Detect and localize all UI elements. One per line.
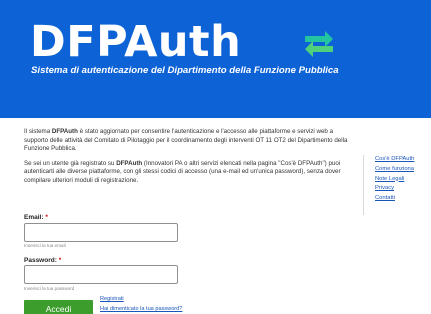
intro-p2-text: Se sei un utente già registrato su: [24, 159, 117, 167]
email-label: Email: *: [24, 214, 48, 221]
register-link[interactable]: Registrati: [100, 296, 124, 302]
password-field[interactable]: [24, 265, 178, 284]
sidebar-link-privacy[interactable]: Privacy: [375, 184, 431, 194]
main-content: Il sistema DFPAuth è stato aggiornato pe…: [24, 128, 354, 192]
email-hint: Inserisci la tua email: [24, 243, 66, 248]
intro-p2-brand: DFPAuth: [116, 159, 143, 167]
app-title: DFPAuth: [30, 17, 242, 67]
swap-arrows-icon: [305, 31, 333, 57]
forgot-password-link[interactable]: Hai dimenticato la tua password?: [100, 306, 182, 312]
email-label-text: Email:: [24, 214, 44, 221]
email-required-mark: *: [45, 214, 48, 221]
sidebar-link-legal-notes[interactable]: Note Legali: [375, 175, 431, 185]
intro-paragraph-2: Se sei un utente già registrato su DFPAu…: [24, 160, 354, 186]
password-label: Password: *: [24, 257, 61, 264]
header-banner: DFPAuth Sistema di autenticazione del Di…: [0, 0, 431, 118]
intro-paragraph-1: Il sistema DFPAuth è stato aggiornato pe…: [24, 128, 354, 154]
app-subtitle: Sistema di autenticazione del Dipartimen…: [31, 65, 339, 76]
sidebar-link-about[interactable]: Cos'è DFPAuth: [375, 155, 431, 165]
login-button[interactable]: Accedi: [24, 300, 93, 314]
sidebar-nav: Cos'è DFPAuth Come funziona Note Legali …: [363, 155, 431, 215]
password-hint: Inserisci la tua password: [24, 286, 75, 291]
intro-p1-text: Il sistema: [24, 128, 52, 135]
sidebar-link-contacts[interactable]: Contatti: [375, 194, 431, 204]
intro-p1-brand: DFPAuth: [51, 128, 78, 135]
sidebar-link-how-it-works[interactable]: Come funziona: [375, 165, 431, 175]
password-label-text: Password:: [24, 257, 57, 264]
password-required-mark: *: [58, 257, 62, 264]
email-field[interactable]: [24, 223, 178, 242]
intro-text: Il sistema DFPAuth è stato aggiornato pe…: [24, 128, 354, 186]
